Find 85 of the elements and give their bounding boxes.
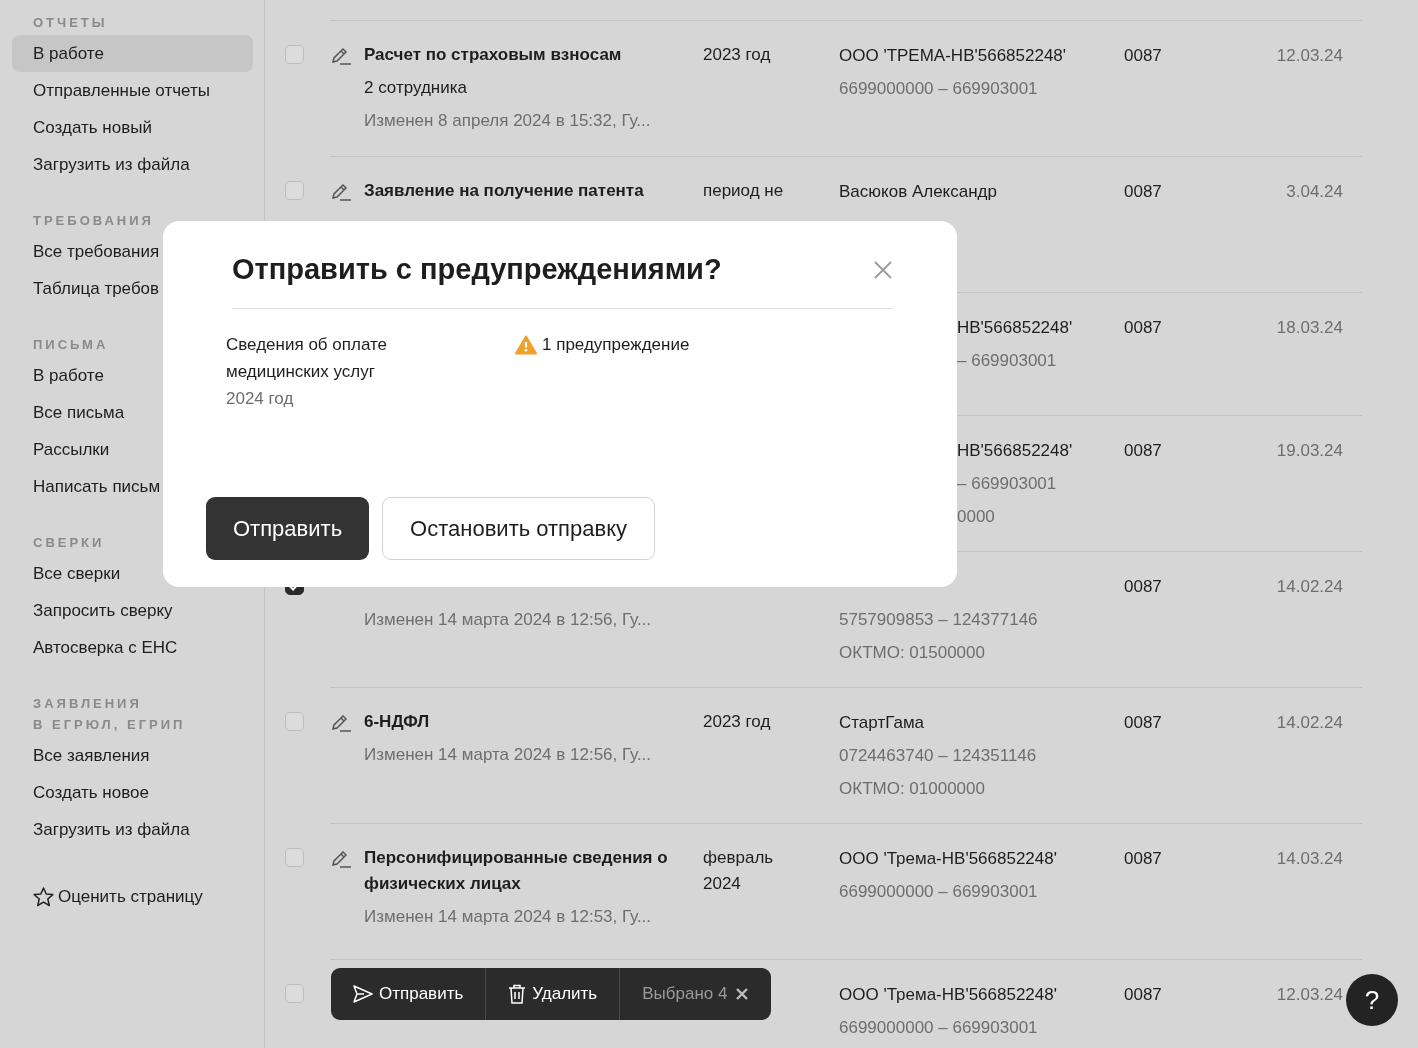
date-text: 3.04.24 (1286, 181, 1343, 203)
modified-text: Изменен 8 апреля 2024 в 15:32, Гу... (364, 110, 651, 132)
inn-kpp-text: 6699000000 – 669903001 (839, 881, 1038, 903)
warning-icon (515, 334, 537, 355)
section-heading: СВЕРКИ (33, 534, 106, 552)
organization-name: СтартГама (839, 712, 925, 734)
dialog-title: Отправить с предупреждениями? (232, 253, 722, 286)
send-action-button[interactable]: Отправить (331, 968, 487, 1020)
date-text: 12.03.24 (1276, 45, 1343, 67)
organization-name: ООО 'Трема-НВ'566852248' (839, 848, 1057, 870)
inn-kpp-text: 6699000000 – 669903001 (839, 1017, 1038, 1039)
rate-page-link[interactable]: Оценить страницу (12, 881, 253, 913)
organization-name: НВ'566852248' (957, 317, 1073, 339)
sidebar-item[interactable]: Загрузить из файла (12, 146, 253, 183)
code-text: 0087 (1124, 46, 1162, 65)
organization-name: Васюков Александр (839, 181, 997, 203)
code-text: 0087 (1124, 441, 1162, 460)
document-name: Сведения об оплате медицинских услуг (226, 334, 388, 383)
code-text: 0087 (1124, 713, 1162, 732)
inn-kpp-text: – 669903001 (957, 350, 1057, 372)
row-checkbox[interactable] (285, 848, 304, 867)
period-text: период не (703, 180, 784, 202)
oktmo-text: ОКТМО: 01500000 (839, 642, 985, 664)
row-checkbox[interactable] (285, 984, 304, 1003)
pencil-icon[interactable] (330, 713, 352, 733)
section-heading: ТРЕБОВАНИЯ (33, 212, 155, 230)
pencil-icon[interactable] (330, 182, 352, 202)
code-text: 0087 (1124, 182, 1162, 201)
period-text: февраль 2024 (703, 847, 775, 895)
inn-kpp-text: 6699000000 – 669903001 (839, 78, 1038, 100)
sidebar-item[interactable]: Автосверка с ЕНС (12, 629, 253, 666)
sidebar-item[interactable]: Загрузить из файла (12, 811, 253, 848)
period-text: 2023 год (703, 711, 771, 733)
pencil-icon[interactable] (330, 849, 352, 869)
code-text: 0087 (1124, 318, 1162, 337)
row-checkbox[interactable] (285, 181, 304, 200)
pencil-icon[interactable] (330, 46, 352, 66)
send-button[interactable]: Отправить (206, 497, 370, 560)
send-icon (353, 985, 373, 1003)
date-text: 14.03.24 (1276, 848, 1343, 870)
row-checkbox[interactable] (285, 45, 304, 64)
modified-text: Изменен 14 марта 2024 в 12:53, Гу... (364, 906, 652, 928)
report-title[interactable]: 6-НДФЛ (364, 706, 430, 738)
period-text: 2023 год (703, 44, 771, 66)
code-text: 0087 (1124, 985, 1162, 1004)
oktmo-text: 0000 (957, 506, 995, 528)
star-icon (33, 887, 54, 907)
row-checkbox[interactable] (285, 712, 304, 731)
sidebar-item[interactable]: Создать новое (12, 774, 253, 811)
sidebar-item[interactable]: Запросить сверку (12, 592, 253, 629)
report-title[interactable]: Персонифицированные сведения о физических лицах (364, 842, 674, 900)
sidebar-item[interactable]: В работе (12, 35, 253, 72)
date-text: 18.03.24 (1276, 317, 1343, 339)
sidebar-item[interactable]: Отправленные отчеты (12, 72, 253, 109)
oktmo-text: ОКТМО: 01000000 (839, 778, 985, 800)
organization-name: ООО 'Трема-НВ'566852248' (839, 984, 1057, 1006)
warning-text: 1 предупреждение (542, 334, 690, 356)
document-period: 2024 год (226, 388, 294, 410)
section-heading: ОТЧЕТЫ (33, 14, 109, 32)
organization-name: НВ'566852248' (957, 440, 1073, 462)
close-icon[interactable] (735, 987, 750, 1001)
organization-name: ООО 'ТРЕМА-НВ'566852248' (839, 45, 1067, 67)
stop-sending-button[interactable]: Остановить отправку (382, 497, 656, 560)
help-button[interactable]: ? (1346, 974, 1398, 1026)
sidebar-item[interactable]: Создать новый (12, 109, 253, 146)
section-heading: ЗАЯВЛЕНИЯ (33, 695, 143, 713)
date-text: 19.03.24 (1276, 440, 1343, 462)
inn-kpp-text: – 669903001 (957, 473, 1057, 495)
date-text: 14.02.24 (1276, 712, 1343, 734)
modified-text: Изменен 14 марта 2024 в 12:56, Гу... (364, 744, 652, 766)
code-text: 0087 (1124, 849, 1162, 868)
report-title[interactable]: Расчет по страховым взносам (364, 39, 622, 71)
code-text: 0087 (1124, 577, 1162, 596)
modified-text: Изменен 14 марта 2024 в 12:56, Гу... (364, 609, 652, 631)
employee-count: 2 сотрудника (364, 77, 467, 99)
date-text: 14.02.24 (1276, 576, 1343, 598)
selected-count: Выбрано 4 (642, 984, 728, 1004)
inn-kpp-text: 0724463740 – 124351146 (839, 745, 1037, 767)
delete-action-button[interactable]: Удалить (486, 968, 621, 1020)
section-heading: В ЕГРЮЛ, ЕГРИП (33, 716, 187, 734)
date-text: 12.03.24 (1276, 984, 1343, 1006)
report-title[interactable]: Заявление на получение патента (364, 175, 644, 207)
trash-icon (508, 984, 527, 1004)
sidebar-item[interactable]: Все заявления (12, 737, 253, 774)
inn-kpp-text: 5757909853 – 124377146 (839, 609, 1038, 631)
